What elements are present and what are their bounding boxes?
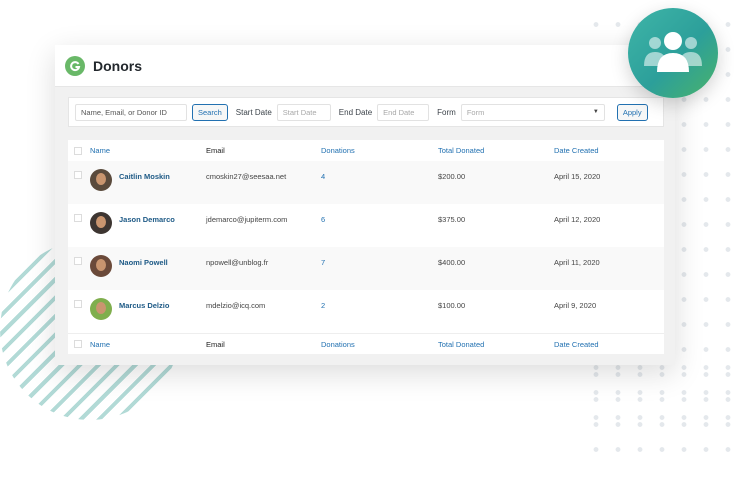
donor-email: jdemarco@jupiterm.com: [206, 215, 288, 224]
search-button[interactable]: Search: [192, 103, 228, 121]
date-created: April 9, 2020: [554, 301, 597, 310]
users-group-icon: [628, 8, 718, 98]
apply-button[interactable]: Apply: [616, 103, 648, 121]
donation-count-link[interactable]: 2: [321, 298, 438, 310]
row-checkbox[interactable]: [74, 257, 82, 265]
avatar: [90, 212, 112, 234]
column-date-created[interactable]: Date Created: [554, 146, 599, 155]
donor-email: cmoskin27@seesaa.net: [206, 172, 287, 181]
donation-count-link[interactable]: 6: [321, 212, 438, 224]
donor-email: npowell@unblog.fr: [206, 258, 269, 267]
table-footer: Name Email Donations Total Donated Date …: [68, 333, 664, 354]
donor-name-link[interactable]: Marcus Delzio: [119, 298, 169, 310]
column-total-donated[interactable]: Total Donated: [438, 146, 484, 155]
select-all-checkbox-footer[interactable]: [74, 340, 82, 348]
column-donations[interactable]: Donations: [321, 146, 355, 155]
column-name[interactable]: Name: [90, 146, 110, 155]
form-label: Form: [437, 107, 456, 117]
donation-count-link[interactable]: 7: [321, 255, 438, 267]
select-all-checkbox[interactable]: [74, 146, 82, 155]
footer-column-email: Email: [206, 339, 225, 349]
table-row: Jason Demarco jdemarco@jupiterm.com 6 $375.…: [68, 204, 664, 247]
table-header: Name Email Donations Total Donated Date …: [68, 140, 664, 161]
form-select-value: Form: [466, 107, 485, 117]
start-date-label: Start Date: [235, 107, 272, 117]
footer-column-name[interactable]: Name: [90, 340, 110, 349]
date-created: April 12, 2020: [554, 215, 601, 224]
table-row: Naomi Powell npowell@unblog.fr 7 $400.00 Apr…: [68, 247, 664, 290]
total-donated: $400.00: [438, 258, 466, 267]
end-date-label: End Date: [338, 107, 373, 117]
row-checkbox[interactable]: [74, 171, 82, 179]
donor-email: mdelzio@icq.com: [206, 301, 266, 310]
caret-down-icon: ▼: [592, 109, 599, 115]
decorative-dots-bottom: [585, 355, 734, 430]
table-row: Caitlin Moskin cmoskin27@seesaa.net 4 $200.…: [68, 161, 664, 204]
table-row: Marcus Delzio mdelzio@icq.com 2 $100.00 Apri…: [68, 290, 664, 333]
donors-window: Donors Name, Email, or Donor ID Search S…: [55, 45, 675, 365]
donor-name-link[interactable]: Naomi Powell: [119, 255, 168, 267]
footer-column-donations[interactable]: Donations: [321, 340, 355, 349]
avatar: [90, 255, 112, 277]
start-date-input[interactable]: Start Date: [276, 103, 331, 121]
search-placeholder: Name, Email, or Donor ID: [81, 107, 167, 117]
filters-bar: Name, Email, or Donor ID Search Start Da…: [68, 97, 664, 127]
total-donated: $375.00: [438, 215, 466, 224]
search-input[interactable]: Name, Email, or Donor ID: [75, 103, 187, 121]
avatar: [90, 169, 112, 191]
date-created: April 15, 2020: [554, 172, 601, 181]
footer-column-total-donated[interactable]: Total Donated: [438, 340, 484, 349]
header: Donors: [55, 45, 675, 87]
end-date-placeholder: End Date: [383, 107, 415, 117]
row-checkbox[interactable]: [74, 300, 82, 308]
give-logo-icon: [65, 55, 85, 76]
total-donated: $200.00: [438, 172, 466, 181]
end-date-input[interactable]: End Date: [377, 103, 430, 121]
donor-name-link[interactable]: Caitlin Moskin: [119, 169, 170, 181]
total-donated: $100.00: [438, 301, 466, 310]
donation-count-link[interactable]: 4: [321, 169, 438, 181]
start-date-placeholder: Start Date: [282, 107, 317, 117]
avatar: [90, 298, 112, 320]
column-email: Email: [206, 146, 225, 155]
footer-column-date-created[interactable]: Date Created: [554, 340, 599, 349]
donor-name-link[interactable]: Jason Demarco: [119, 212, 175, 224]
donors-table: Name Email Donations Total Donated Date …: [68, 140, 664, 354]
date-created: April 11, 2020: [554, 258, 600, 267]
row-checkbox[interactable]: [74, 214, 82, 222]
form-select[interactable]: Form ▼: [460, 103, 605, 121]
page-title: Donors: [93, 57, 142, 74]
